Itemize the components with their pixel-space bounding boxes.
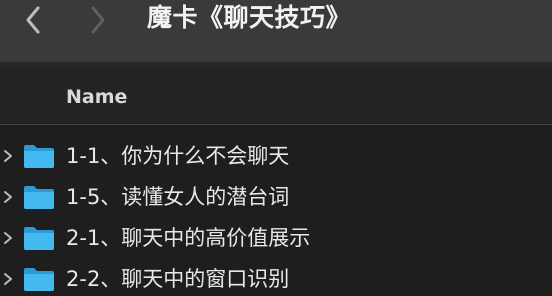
list-item-label: 2-1、聊天中的高价值展示	[66, 226, 311, 250]
forward-button[interactable]	[77, 2, 117, 38]
back-button[interactable]	[16, 2, 56, 38]
chevron-left-icon	[26, 6, 40, 34]
list-item-label: 1-1、你为什么不会聊天	[66, 144, 290, 168]
disclosure-chevron-icon[interactable]	[2, 189, 14, 205]
list-item[interactable]: 1-1、你为什么不会聊天	[0, 136, 552, 177]
disclosure-chevron-icon[interactable]	[2, 148, 14, 164]
list-item-label: 2-2、聊天中的窗口识别	[66, 267, 290, 291]
disclosure-chevron-icon[interactable]	[2, 230, 14, 246]
list-item[interactable]: 1-5、读懂女人的潜台词	[0, 177, 552, 218]
list-item[interactable]: 2-1、聊天中的高价值展示	[0, 218, 552, 259]
folder-icon	[24, 145, 54, 168]
column-header-divider	[0, 124, 552, 125]
list-item-label: 1-5、读懂女人的潜台词	[66, 185, 290, 209]
chevron-right-icon	[91, 6, 105, 34]
folder-icon	[24, 268, 54, 291]
column-header-name[interactable]: Name	[66, 86, 127, 108]
window-title: 魔卡《聊天技巧》	[147, 3, 352, 32]
disclosure-chevron-icon[interactable]	[2, 271, 14, 287]
folder-icon	[24, 186, 54, 209]
folder-icon	[24, 227, 54, 250]
toolbar-divider	[0, 62, 552, 70]
toolbar: 魔卡《聊天技巧》	[0, 0, 552, 62]
finder-window: 魔卡《聊天技巧》 Name 1-1、你为什么不会聊天 1-5、读懂女人的潜台词	[0, 0, 552, 296]
file-list: 1-1、你为什么不会聊天 1-5、读懂女人的潜台词 2-1、聊天中的高价值展示	[0, 136, 552, 296]
list-item[interactable]: 2-2、聊天中的窗口识别	[0, 259, 552, 296]
